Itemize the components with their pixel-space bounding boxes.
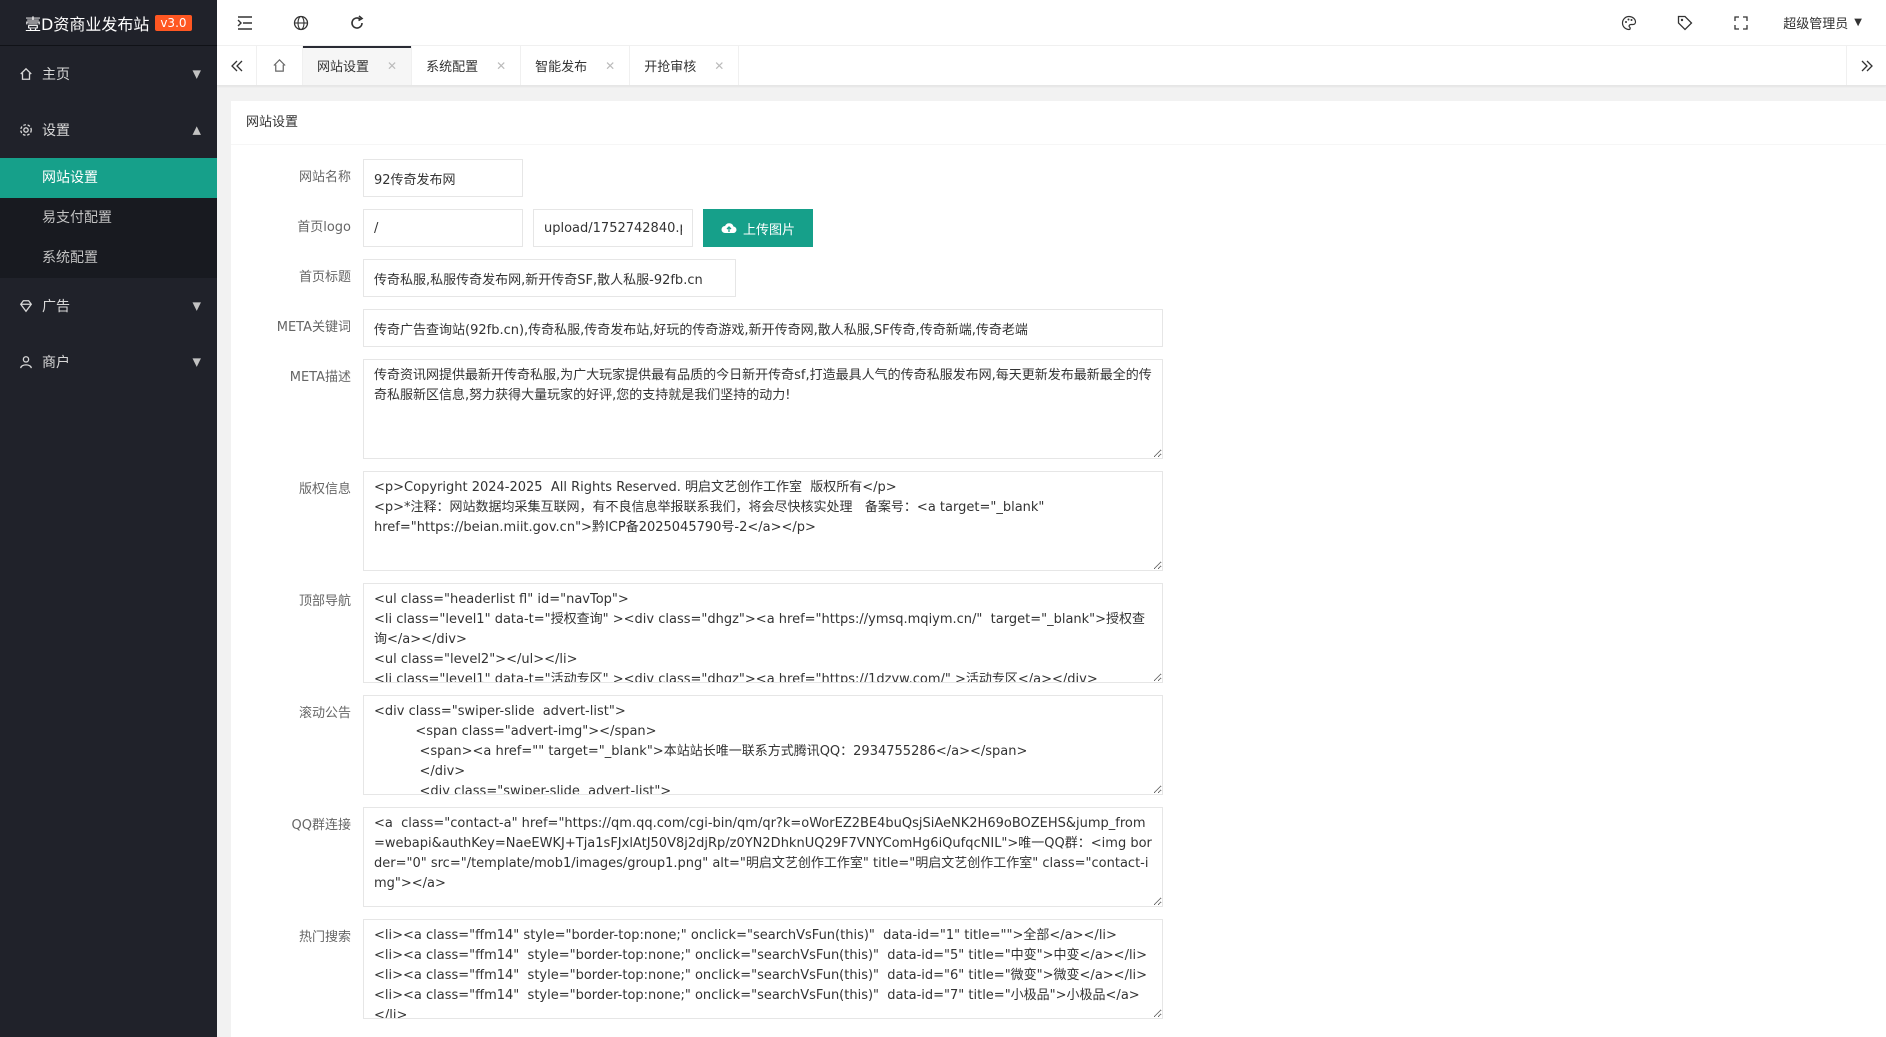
- sidebar-item-home[interactable]: 主页 ▼: [0, 46, 217, 102]
- caret-down-icon: ▼: [1854, 17, 1862, 28]
- site-name-input[interactable]: [363, 159, 523, 197]
- nav-group-merchants: 商户 ▼: [0, 334, 217, 390]
- home-icon: [18, 66, 34, 82]
- globe-icon[interactable]: [273, 0, 329, 46]
- home-tab-icon[interactable]: [257, 46, 303, 85]
- field-label: 网站名称: [298, 170, 351, 185]
- settings-card: 网站设置 网站名称 首页logo 上传图片 首页标题 META关键词 META描…: [231, 101, 1886, 1037]
- nav-group-ads: 广告 ▼: [0, 278, 217, 334]
- upload-image-button[interactable]: 上传图片: [703, 209, 814, 247]
- form-row-meta-keywords: META关键词: [231, 309, 1886, 347]
- tag-icon[interactable]: [1657, 0, 1713, 46]
- close-icon[interactable]: ✕: [605, 59, 615, 73]
- field-label: 热门搜索: [298, 930, 351, 945]
- logo-path-input[interactable]: [363, 209, 523, 247]
- sidebar-item-merchants[interactable]: 商户 ▼: [0, 334, 217, 390]
- tab-site-settings[interactable]: 网站设置 ✕: [303, 46, 413, 85]
- form-row-notice: 滚动公告 <div class="swiper-slide advert-lis…: [231, 695, 1886, 795]
- field-label: META描述: [289, 370, 351, 385]
- sidebar-item-ads[interactable]: 广告 ▼: [0, 278, 217, 334]
- sidebar-item-site-settings[interactable]: 网站设置: [0, 158, 217, 198]
- field-label: META关键词: [276, 320, 351, 335]
- sidebar: 壹D资商业发布站 v3.0 主页 ▼ 设置 ▲ 网站设置 易支付配置 系统配置: [0, 0, 217, 1037]
- diamond-icon: [18, 298, 34, 314]
- meta-keywords-input[interactable]: [363, 309, 1163, 347]
- form-row-meta-desc: META描述 传奇资讯网提供最新开传奇私服,为广大玩家提供最有品质的今日新开传奇…: [231, 359, 1886, 459]
- close-icon[interactable]: ✕: [714, 59, 724, 73]
- sidebar-item-label: 商户: [42, 355, 70, 371]
- settings-submenu: 网站设置 易支付配置 系统配置: [0, 158, 217, 278]
- caret-down-icon: ▼: [192, 67, 201, 81]
- scroll-notice-textarea[interactable]: <div class="swiper-slide advert-list"> <…: [363, 695, 1163, 795]
- field-label: 版权信息: [298, 482, 351, 497]
- qq-group-textarea[interactable]: <a class="contact-a" href="https://qm.qq…: [363, 807, 1163, 907]
- fullscreen-icon[interactable]: [1713, 0, 1769, 46]
- cloud-upload-icon: [721, 223, 737, 234]
- close-icon[interactable]: ✕: [496, 59, 506, 73]
- field-label: 顶部导航: [298, 594, 351, 609]
- close-icon[interactable]: ✕: [387, 59, 397, 73]
- tab-label: 开抢审核: [644, 60, 697, 75]
- caret-up-icon: ▲: [192, 123, 201, 137]
- app-logo[interactable]: 壹D资商业发布站 v3.0: [0, 0, 217, 46]
- field-label: QQ群连接: [291, 818, 351, 833]
- sidebar-item-settings[interactable]: 设置 ▲: [0, 102, 217, 158]
- caret-down-icon: ▼: [192, 299, 201, 313]
- tab-smart-publish[interactable]: 智能发布 ✕: [521, 46, 631, 85]
- form-row-top-nav: 顶部导航 <ul class="headerlist fl" id="navTo…: [231, 583, 1886, 683]
- tabs-scroll-left-icon[interactable]: [217, 46, 257, 85]
- theme-palette-icon[interactable]: [1601, 0, 1657, 46]
- field-label: 首页logo: [297, 220, 351, 235]
- logo-file-input[interactable]: [533, 209, 693, 247]
- top-nav-textarea[interactable]: <ul class="headerlist fl" id="navTop"> <…: [363, 583, 1163, 683]
- tab-system-config[interactable]: 系统配置 ✕: [412, 46, 522, 85]
- nav-group-settings: 设置 ▲ 网站设置 易支付配置 系统配置: [0, 102, 217, 278]
- caret-down-icon: ▼: [192, 355, 201, 369]
- upload-button-label: 上传图片: [743, 222, 796, 238]
- user-menu[interactable]: 超级管理员 ▼: [1769, 13, 1886, 32]
- top-header: 超级管理员 ▼: [217, 0, 1886, 46]
- menu-toggle-icon[interactable]: [217, 0, 273, 46]
- form-row-qq-group: QQ群连接 <a class="contact-a" href="https:/…: [231, 807, 1886, 907]
- home-title-input[interactable]: [363, 259, 736, 297]
- version-badge: v3.0: [155, 14, 192, 31]
- form-row-hot-search: 热门搜索 <li><a class="ffm14" style="border-…: [231, 919, 1886, 1019]
- app-title: 壹D资商业发布站: [25, 14, 150, 34]
- gear-icon: [18, 122, 34, 138]
- card-title: 网站设置: [231, 101, 1886, 145]
- tab-open-review[interactable]: 开抢审核 ✕: [630, 46, 740, 85]
- hot-search-textarea[interactable]: <li><a class="ffm14" style="border-top:n…: [363, 919, 1163, 1019]
- copyright-textarea[interactable]: <p>Copyright 2024-2025 All Rights Reserv…: [363, 471, 1163, 571]
- sidebar-item-epay-config[interactable]: 易支付配置: [0, 198, 217, 238]
- form-row-home-title: 首页标题: [231, 259, 1886, 297]
- form-row-copyright: 版权信息 <p>Copyright 2024-2025 All Rights R…: [231, 471, 1886, 571]
- field-label: 首页标题: [298, 270, 351, 285]
- tabs-scroll-right-icon[interactable]: [1846, 46, 1886, 85]
- sidebar-item-label: 设置: [42, 123, 70, 139]
- sidebar-item-system-config[interactable]: 系统配置: [0, 238, 217, 278]
- tabs-bar: 网站设置 ✕ 系统配置 ✕ 智能发布 ✕ 开抢审核 ✕: [217, 46, 1886, 86]
- sidebar-item-label: 广告: [42, 299, 70, 315]
- sidebar-item-label: 主页: [42, 67, 70, 83]
- tab-label: 智能发布: [535, 60, 588, 75]
- form-row-logo: 首页logo 上传图片: [231, 209, 1886, 247]
- meta-description-textarea[interactable]: 传奇资讯网提供最新开传奇私服,为广大玩家提供最有品质的今日新开传奇sf,打造最具…: [363, 359, 1163, 459]
- nav-group-home: 主页 ▼: [0, 46, 217, 102]
- form-row-site-name: 网站名称: [231, 159, 1886, 197]
- tab-label: 网站设置: [317, 60, 370, 75]
- refresh-icon[interactable]: [329, 0, 385, 46]
- user-icon: [18, 354, 34, 370]
- settings-form: 网站名称 首页logo 上传图片 首页标题 META关键词 META描述 传奇资…: [231, 145, 1886, 1019]
- field-label: 滚动公告: [298, 706, 351, 721]
- tab-label: 系统配置: [426, 60, 479, 75]
- user-name: 超级管理员: [1783, 17, 1849, 32]
